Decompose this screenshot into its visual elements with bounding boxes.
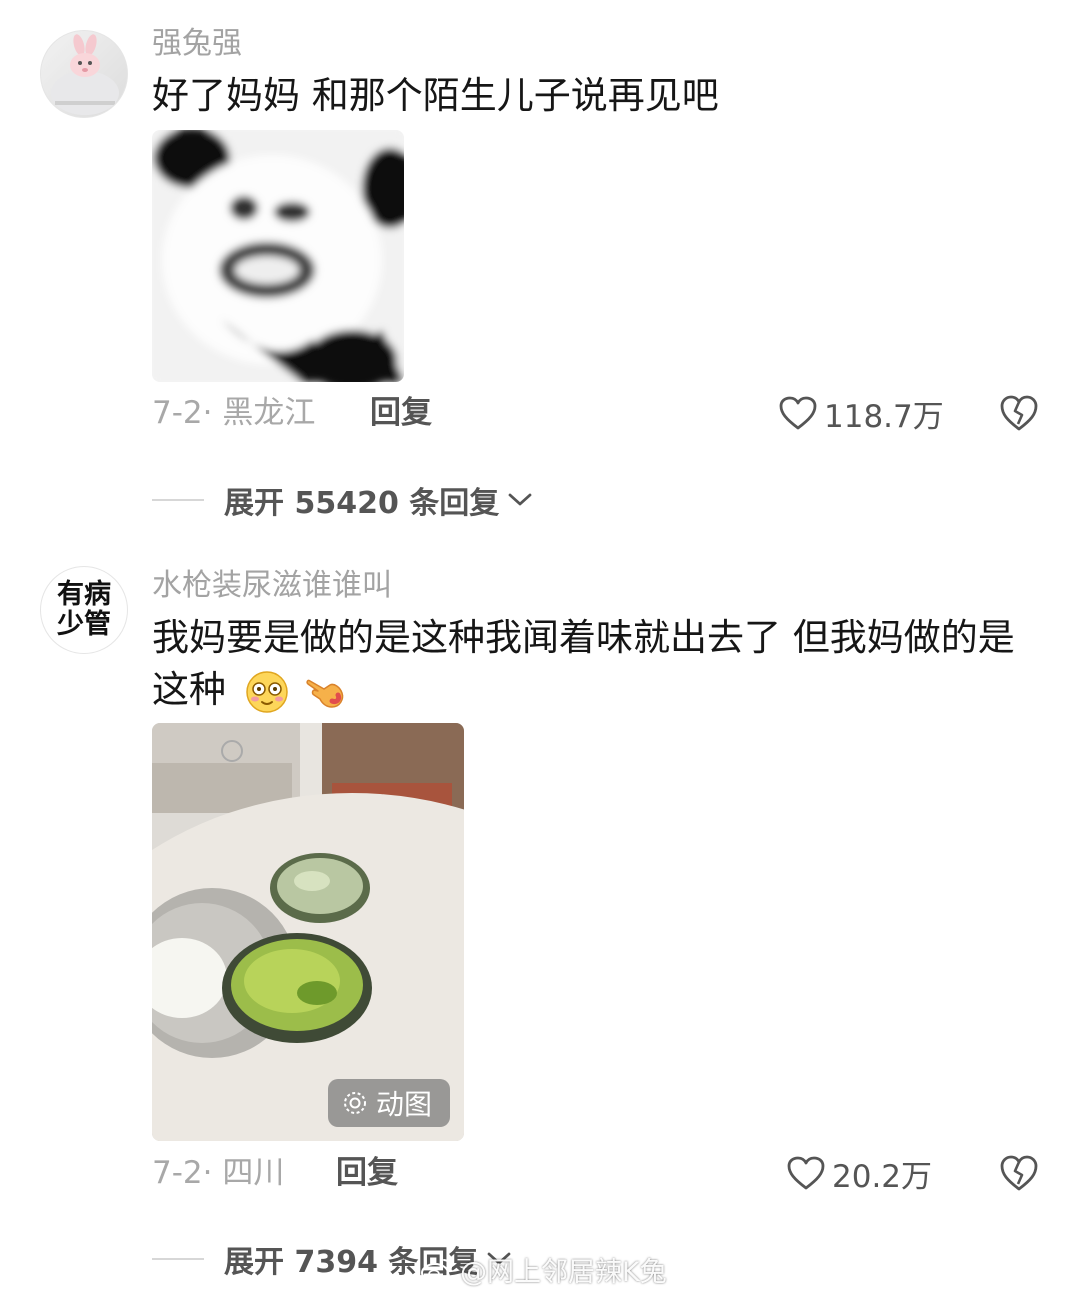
weibo-icon	[421, 1258, 452, 1283]
comment-meta: 7-2· 四川 回复 20.2万	[152, 1148, 1040, 1198]
bunny-avatar-icon	[51, 34, 119, 115]
avatar[interactable]: 有病 少管	[40, 566, 128, 654]
comment-gif-image[interactable]: 动图	[152, 723, 464, 1141]
heart-outline-icon	[779, 396, 817, 430]
like-count: 118.7万	[824, 398, 944, 435]
heart-outline-icon	[787, 1156, 825, 1190]
gif-icon	[343, 1092, 366, 1114]
broken-heart-icon[interactable]	[998, 392, 1040, 434]
expand-replies-button[interactable]: 展开 55420 条回复	[152, 478, 533, 522]
divider	[152, 499, 204, 501]
username[interactable]: 强兔强	[152, 24, 242, 64]
reply-button[interactable]: 回复	[336, 1148, 398, 1198]
weibo-watermark: @网上邻居辣K兔	[420, 1250, 667, 1289]
pointing-hand-emoji	[305, 679, 343, 708]
gif-label: 动图	[375, 1088, 432, 1121]
comment-date-location: 7-2· 四川	[152, 1155, 285, 1191]
chevron-down-icon	[508, 493, 532, 506]
divider	[152, 1258, 204, 1260]
comment-image[interactable]	[152, 130, 404, 382]
expand-replies-label: 展开 55420 条回复	[224, 486, 500, 521]
panda-meme-image	[152, 130, 404, 382]
username[interactable]: 水枪装尿滋谁谁叫	[152, 566, 392, 606]
avatar-text: 有病 少管	[57, 579, 111, 640]
comment-text: 我妈要是做的是这种我闻着味就出去了 但我妈做的是这种	[152, 612, 1042, 716]
comment-date-location: 7-2· 黑龙江	[152, 395, 316, 431]
watermark-text: @网上邻居辣K兔	[460, 1257, 667, 1288]
avatar[interactable]	[40, 30, 128, 118]
flushed-face-emoji	[246, 670, 288, 713]
broken-heart-icon[interactable]	[998, 1152, 1040, 1194]
gif-badge: 动图	[327, 1079, 450, 1127]
reply-button[interactable]: 回复	[370, 388, 432, 438]
like-count: 20.2万	[832, 1158, 933, 1195]
like-button[interactable]: 118.7万	[778, 388, 944, 438]
comment-meta: 7-2· 黑龙江 回复 118.7万	[152, 388, 1040, 438]
like-button[interactable]: 20.2万	[786, 1148, 932, 1198]
comment-text: 好了妈妈 和那个陌生儿子说再见吧	[152, 74, 719, 117]
